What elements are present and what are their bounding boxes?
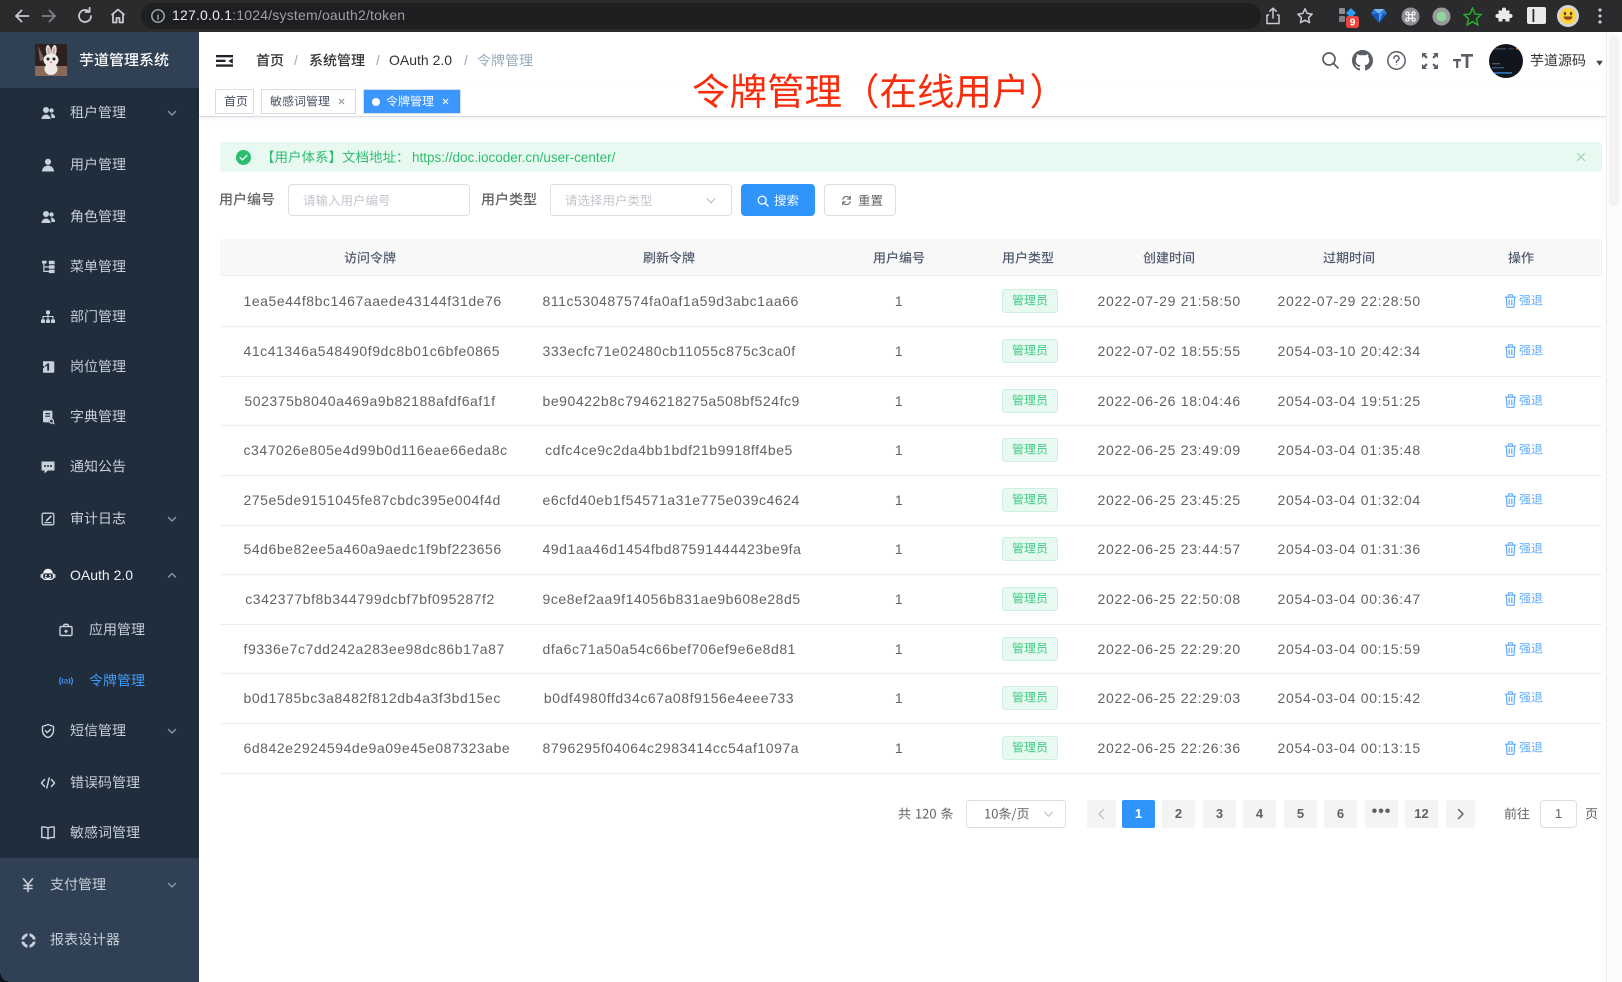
svg-text:9: 9	[1350, 18, 1356, 29]
svg-text:a: a	[64, 677, 69, 686]
